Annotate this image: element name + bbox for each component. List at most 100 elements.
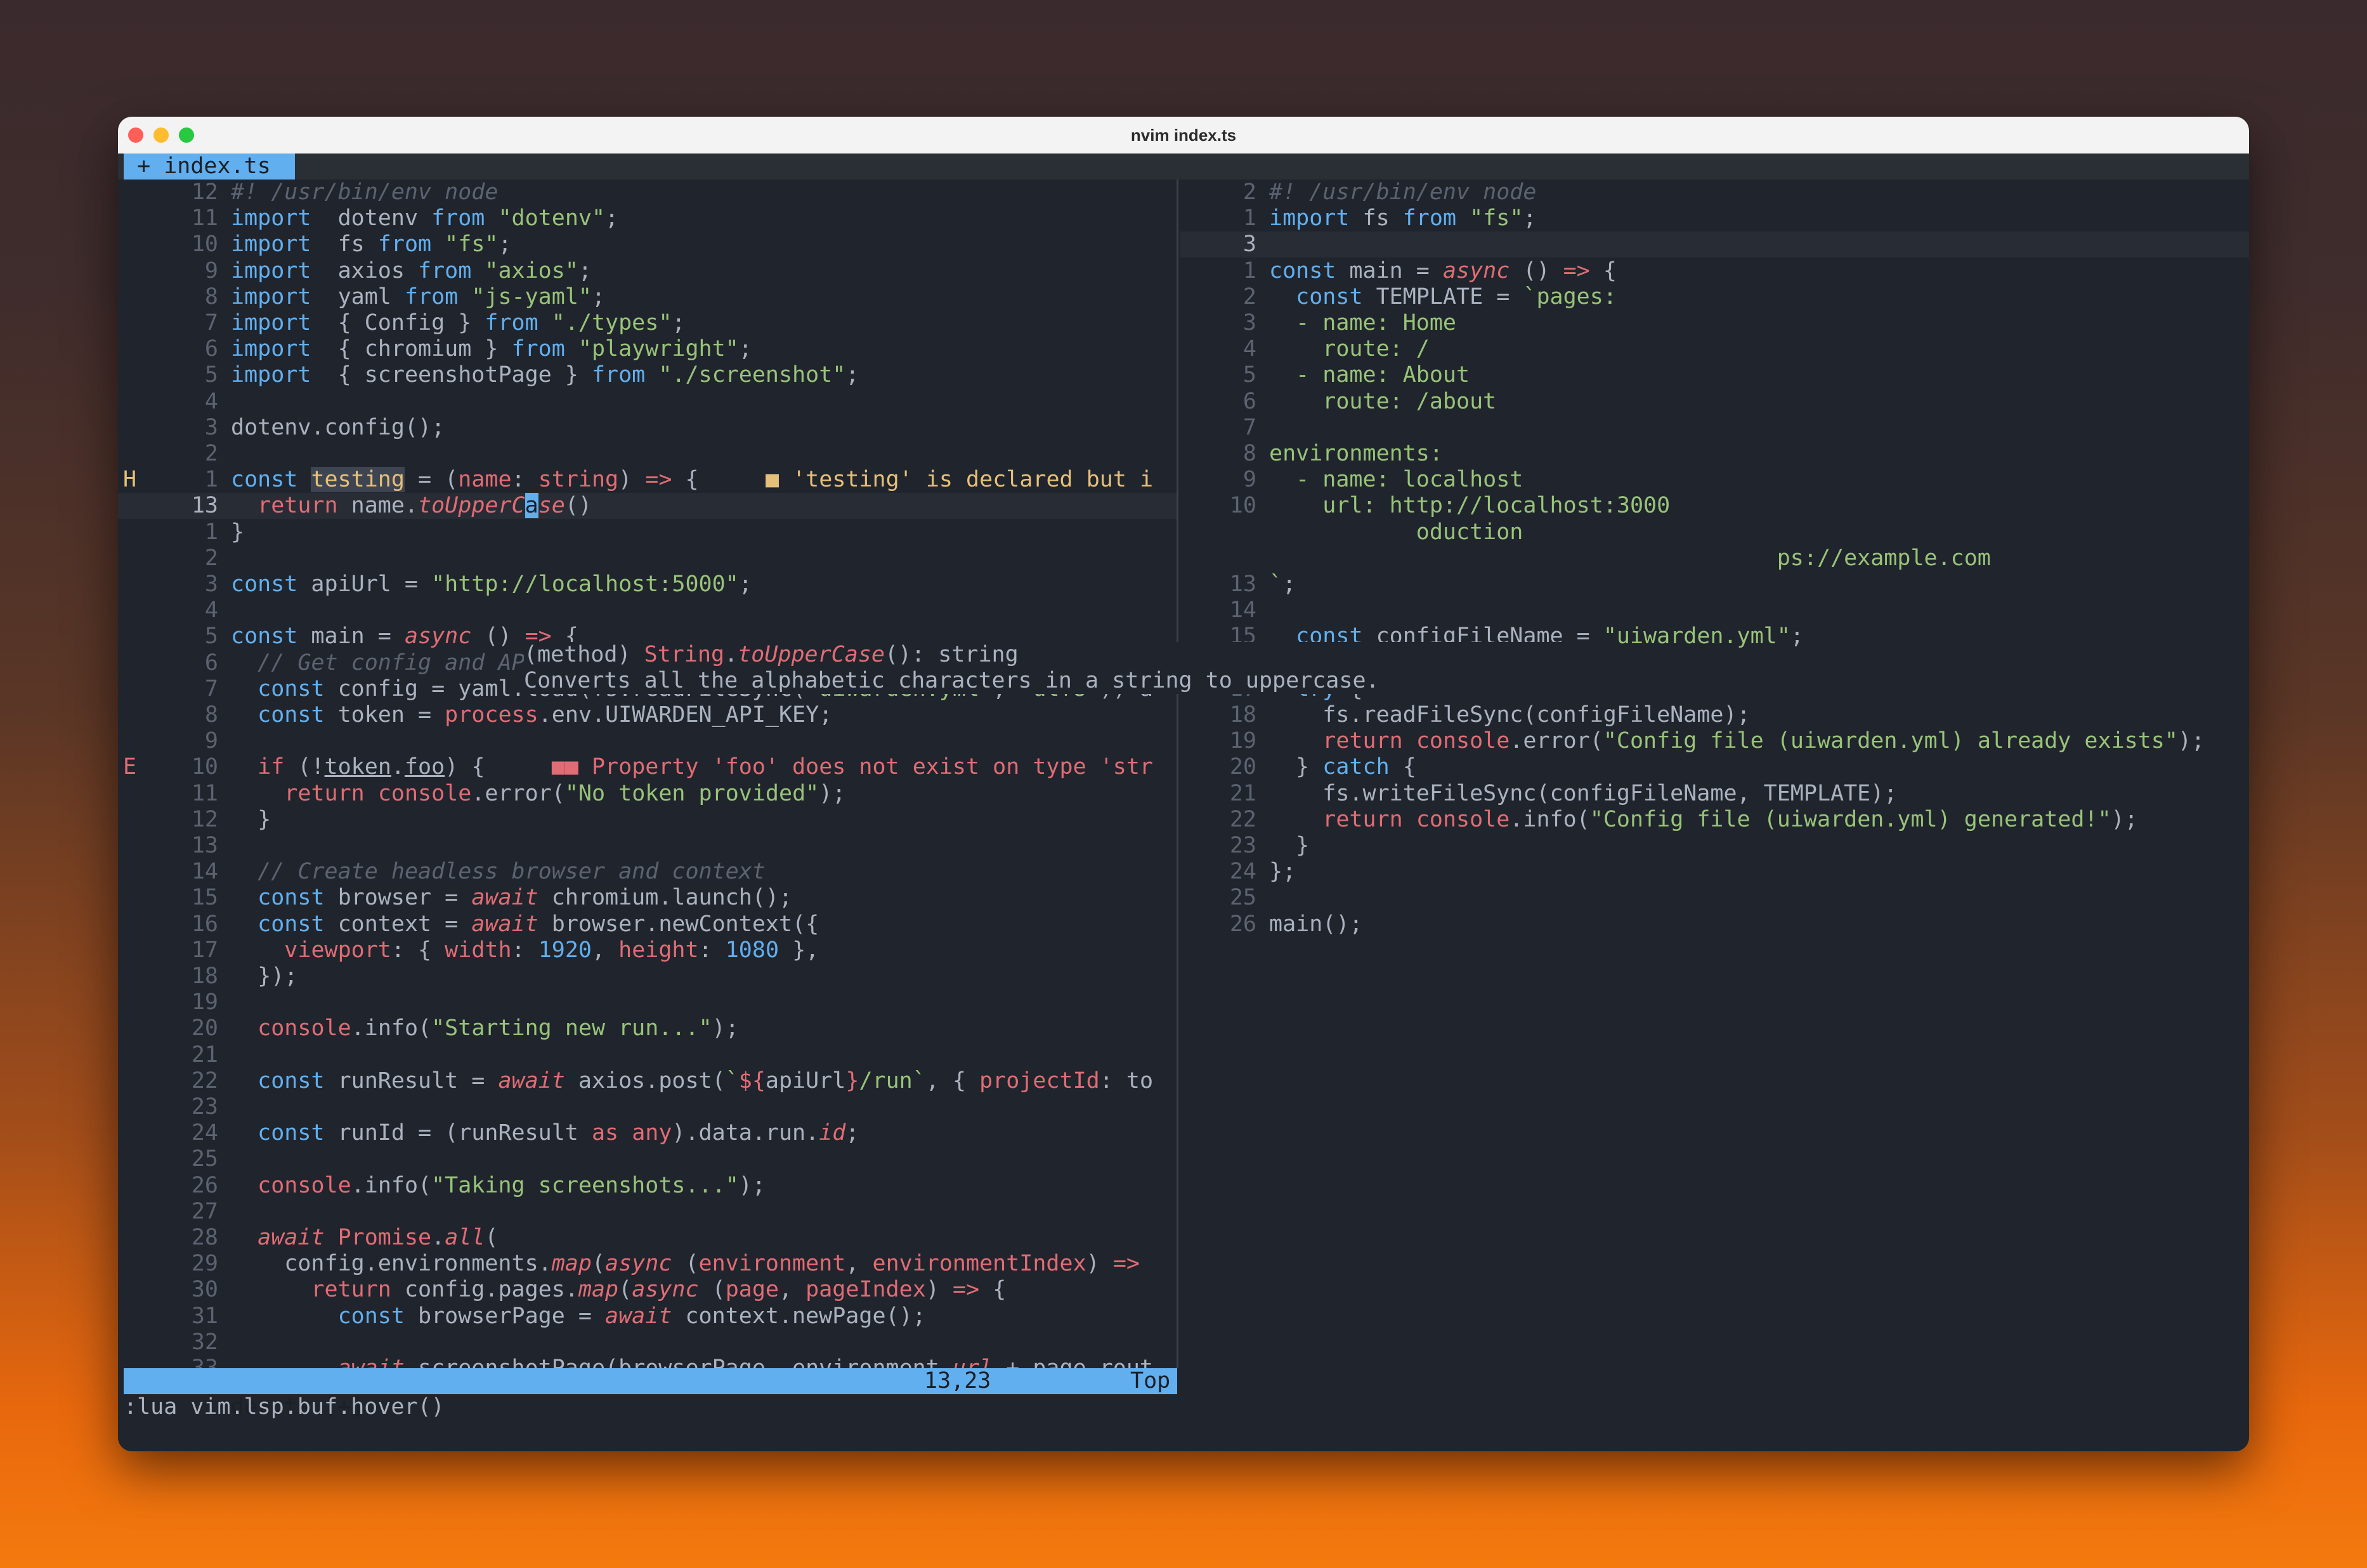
tab-index-ts[interactable]: + index.ts [124, 154, 295, 180]
code-line[interactable]: 22 return console.info("Config file (uiw… [1180, 807, 2249, 833]
code-token: ; [498, 232, 512, 257]
code-line[interactable]: 8 const token = process.env.UIWARDEN_API… [118, 702, 1177, 728]
code-line[interactable]: 1} [118, 519, 1177, 546]
code-token: - name: Home [1269, 310, 1457, 336]
code-line[interactable]: 7 import { Config } from "./types"; [118, 310, 1177, 336]
code-line[interactable]: 10 url: http://localhost:3000 [1180, 493, 2249, 519]
code-line[interactable]: 10 import fs from "fs"; [118, 232, 1177, 258]
code-line[interactable]: 2 const TEMPLATE = `pages: [1180, 284, 2249, 310]
line-number: 32 [191, 1330, 218, 1355]
right-editor-pane[interactable]: 2 #! /usr/bin/env node 1 import fs from "fs… [1180, 180, 2249, 1368]
code-line[interactable]: 24 const runId = (runResult as any).data… [118, 1120, 1177, 1146]
nvim-editor[interactable]: + index.ts 12 #! /usr/bin/env node 11 impor… [118, 154, 2249, 1451]
code-token: dotenv.config(); [231, 415, 445, 440]
code-line[interactable]: 12 } [118, 807, 1177, 833]
code-line[interactable]: 28 await Promise.all( [118, 1225, 1177, 1251]
code-line[interactable]: 33 await screenshotPage(browserPage, env… [118, 1356, 1177, 1368]
code-line[interactable]: 13 return name.toUpperCase() [118, 493, 1177, 519]
code-line[interactable]: 4 [118, 598, 1177, 624]
code-line[interactable]: 14 // Create headless browser and contex… [118, 859, 1177, 885]
code-line[interactable]: 13 `; [1180, 572, 2249, 598]
code-line[interactable]: 22 const runResult = await axios.post(`$… [118, 1068, 1177, 1094]
line-number: 22 [1229, 807, 1256, 832]
code-line[interactable]: 8 environments: [1180, 441, 2249, 467]
code-line[interactable]: 15 const browser = await chromium.launch… [118, 885, 1177, 911]
code-token: TEMPLATE = [1362, 284, 1523, 310]
line-number: 5 [204, 624, 218, 649]
line-number: 7 [1242, 415, 1256, 440]
code-line[interactable]: 1 const main = async () => { [1180, 258, 2249, 284]
code-line[interactable]: 3 dotenv.config(); [118, 415, 1177, 441]
code-line[interactable]: 6 import { chromium } from "playwright"; [118, 336, 1177, 362]
code-line[interactable]: 26 main(); [1180, 911, 2249, 938]
code-token: ; [738, 336, 752, 362]
code-line[interactable]: 11 import dotenv from "dotenv"; [118, 206, 1177, 232]
code-token: , [779, 1277, 806, 1302]
code-line[interactable]: E 10 if (!token.foo) { ■■ Property 'foo' … [118, 754, 1177, 780]
vertical-split-divider[interactable] [1177, 180, 1178, 1368]
code-line[interactable]: 4 route: / [1180, 336, 2249, 362]
code-token: ); [819, 781, 846, 806]
code-line[interactable]: 9 [118, 728, 1177, 754]
code-line[interactable]: 24}; [1180, 859, 2249, 885]
code-line[interactable]: 4 [118, 389, 1177, 415]
code-line[interactable]: 20 console.info("Starting new run..."); [118, 1016, 1177, 1042]
code-line[interactable]: 13 [118, 833, 1177, 859]
code-line[interactable]: 23 } [1180, 833, 2249, 859]
window-title: nvim index.ts [1130, 126, 1237, 145]
code-line[interactable]: 2 [118, 546, 1177, 572]
code-line[interactable]: 5 - name: About [1180, 362, 2249, 388]
code-line[interactable]: 20 } catch { [1180, 754, 2249, 780]
code-line[interactable]: 1 import fs from "fs"; [1180, 206, 2249, 232]
code-line[interactable]: 29 config.environments.map(async (enviro… [118, 1251, 1177, 1277]
code-line[interactable]: 2 [118, 441, 1177, 467]
code-token: .error( [471, 781, 565, 806]
code-line[interactable]: 26 console.info("Taking screenshots...")… [118, 1173, 1177, 1199]
command-line[interactable]: :lua vim.lsp.buf.hover() [124, 1394, 445, 1420]
code-token: "dotenv" [498, 206, 606, 231]
code-line[interactable]: 9 - name: localhost [1180, 467, 2249, 493]
code-line[interactable]: ps://example.com [1180, 546, 2249, 572]
code-line[interactable]: 17 viewport: { width: 1920, height: 1080… [118, 938, 1177, 964]
left-editor-pane[interactable]: 12 #! /usr/bin/env node 11 import dotenv fr… [118, 180, 1177, 1368]
code-line[interactable]: 25 [1180, 885, 2249, 911]
code-line[interactable]: 16 const context = await browser.newCont… [118, 911, 1177, 938]
code-line[interactable]: 2 #! /usr/bin/env node [1180, 180, 2249, 206]
code-line[interactable]: 32 [118, 1330, 1177, 1356]
code-token: ).data.run. [672, 1120, 819, 1146]
code-line[interactable]: 3 const apiUrl = "http://localhost:5000"; [118, 572, 1177, 598]
code-line[interactable]: 3 - name: Home [1180, 310, 2249, 336]
code-line[interactable]: 18 }); [118, 964, 1177, 990]
code-line[interactable]: 21 fs.writeFileSync(configFileName, TEMP… [1180, 781, 2249, 807]
code-line[interactable]: oduction [1180, 519, 2249, 546]
code-line[interactable]: 14 [1180, 598, 2249, 624]
code-line[interactable]: 31 const browserPage = await context.new… [118, 1303, 1177, 1330]
code-line[interactable]: 18 fs.readFileSync(configFileName); [1180, 702, 2249, 728]
code-line[interactable]: 12 #! /usr/bin/env node [118, 180, 1177, 206]
code-line[interactable]: 7 [1180, 415, 2249, 441]
code-line[interactable]: 19 [118, 990, 1177, 1016]
code-line[interactable]: 5 import { screenshotPage } from "./scree… [118, 362, 1177, 388]
code-token: import [231, 258, 311, 284]
code-line[interactable]: 19 return console.error("Config file (ui… [1180, 728, 2249, 754]
line-number: 6 [204, 336, 218, 362]
line-number: 1 [1242, 258, 1256, 284]
code-token: from [511, 336, 565, 362]
code-token: => [952, 1277, 980, 1302]
code-line[interactable]: 21 [118, 1042, 1177, 1068]
code-line[interactable]: 25 [118, 1146, 1177, 1172]
code-line[interactable]: H 1 const testing = (name: string) => { ■ … [118, 467, 1177, 493]
code-line[interactable]: 23 [118, 1094, 1177, 1120]
code-line[interactable]: 3 [1180, 232, 2249, 258]
code-line[interactable]: 11 return console.error("No token provid… [118, 781, 1177, 807]
code-line[interactable]: 9 import axios from "axios"; [118, 258, 1177, 284]
code-token: ; [591, 284, 606, 310]
code-line[interactable]: 8 import yaml from "js-yaml"; [118, 284, 1177, 310]
code-line[interactable]: 30 return config.pages.map(async (page, … [118, 1277, 1177, 1303]
line-number: 8 [204, 284, 218, 310]
code-line[interactable]: 27 [118, 1199, 1177, 1225]
line-number: 11 [191, 781, 218, 806]
code-line[interactable]: 6 route: /about [1180, 389, 2249, 415]
